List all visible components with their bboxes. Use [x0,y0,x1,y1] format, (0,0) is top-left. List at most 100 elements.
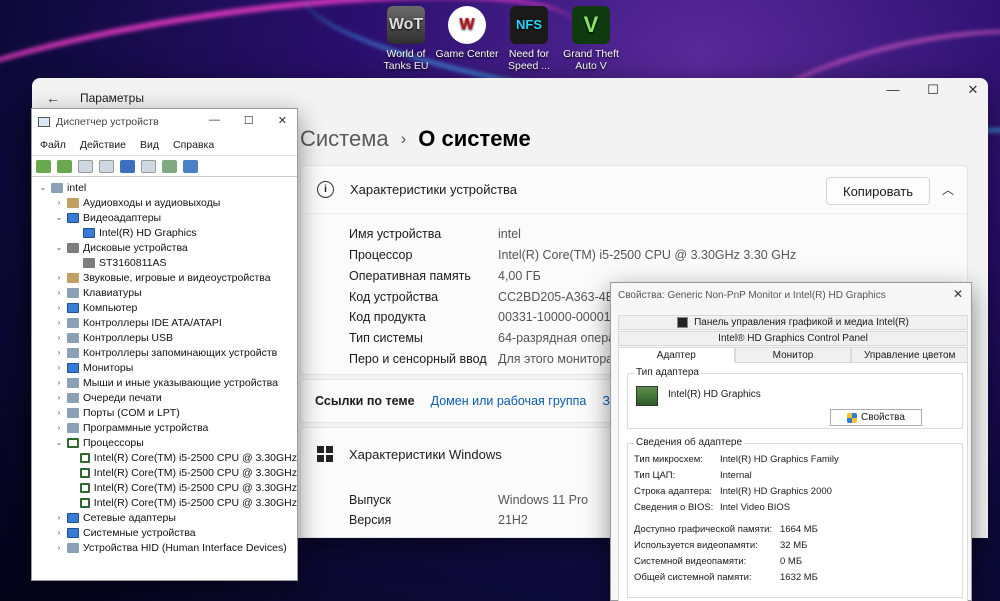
tree-node[interactable]: › Очереди печати [32,390,297,405]
tree-node-label: Intel(R) Core(TM) i5-2500 CPU @ 3.30GHz [93,451,297,464]
device-category-icon [67,272,79,283]
close-icon[interactable]: ✕ [966,82,980,98]
tree-node[interactable]: ⌄ Дисковые устройства [32,240,297,255]
maximize-icon[interactable]: ☐ [244,114,254,127]
memory-key: Общей системной памяти: [634,572,752,583]
spec-key: Имя устройства [349,227,442,241]
maximize-icon[interactable]: ☐ [926,82,940,98]
tree-node[interactable]: ST3160811AS [32,255,297,270]
update-driver-icon[interactable] [162,159,177,173]
info-row: Тип микросхем: Intel(R) HD Graphics Famil… [634,454,839,465]
properties-icon[interactable] [78,159,93,173]
chevron-down-icon[interactable]: ⌄ [38,183,48,192]
chevron-right-icon[interactable]: › [54,363,64,372]
desktop-shortcut-game-center[interactable]: W Game Center [435,4,499,60]
spec-key: Выпуск [349,493,391,507]
breadcrumb-parent[interactable]: Система [300,126,389,152]
tree-node[interactable]: ⌄ intel [32,180,297,195]
back-arrow-icon[interactable]: ← [46,90,66,106]
tree-node[interactable]: › Сетевые адаптеры [32,510,297,525]
chevron-up-icon[interactable]: ︿ [942,181,954,198]
chevron-right-icon[interactable]: › [54,318,64,327]
tree-node[interactable]: › Аудиовходы и аудиовыходы [32,195,297,210]
chevron-right-icon[interactable]: › [54,288,64,297]
chevron-right-icon[interactable]: › [54,348,64,357]
domain-workgroup-link[interactable]: Домен или рабочая группа [431,394,587,408]
tree-node-label: Дисковые устройства [83,241,188,254]
memory-value: 1664 МБ [780,524,818,535]
info-icon: i [317,181,334,198]
info-value: Intel(R) HD Graphics 2000 [720,486,832,497]
tree-node[interactable]: › Контроллеры USB [32,330,297,345]
close-icon[interactable]: ✕ [953,287,963,301]
spec-key: Версия [349,513,392,527]
device-tree: ⌄ intel › Аудиовходы и аудиовыходы ⌄ Видеоада… [32,177,297,555]
details-icon[interactable] [141,159,156,173]
chevron-right-icon[interactable]: › [54,378,64,387]
tree-node[interactable]: › Программные устройства [32,420,297,435]
properties-button[interactable]: Свойства [830,409,922,426]
tree-node[interactable]: › Компьютер [32,300,297,315]
tree-node[interactable]: ⌄ Видеоадаптеры [32,210,297,225]
tree-node[interactable]: Intel(R) Core(TM) i5-2500 CPU @ 3.30GHz [32,480,297,495]
game-center-icon: W [448,6,486,44]
tree-node[interactable]: Intel(R) Core(TM) i5-2500 CPU @ 3.30GHz [32,495,297,510]
spec-row: Процессор Intel(R) Core(TM) i5-2500 CPU @… [349,248,796,262]
device-category-icon [80,467,90,478]
device-category-icon [67,437,79,448]
tree-node[interactable]: › Порты (COM и LPT) [32,405,297,420]
forward-icon[interactable] [57,159,72,173]
chevron-right-icon[interactable]: › [54,408,64,417]
scan-hardware-icon[interactable] [183,159,198,173]
device-category-icon [67,287,79,298]
adapter-properties-dialog: Свойства: Generic Non-PnP Monitor и Inte… [610,282,972,601]
chevron-right-icon[interactable]: › [54,528,64,537]
tree-node[interactable]: ⌄ Процессоры [32,435,297,450]
desktop-shortcut-nfs[interactable]: NFS Need for Speed ... [497,4,561,72]
tab-intel-panel[interactable]: Панель управления графикой и медиа Intel… [618,315,968,330]
tab-adapter[interactable]: Адаптер [618,347,735,363]
chevron-down-icon[interactable]: ⌄ [54,243,64,252]
tree-node[interactable]: › Клавиатуры [32,285,297,300]
desktop-shortcut-gta[interactable]: V Grand Theft Auto V [559,4,623,72]
list-icon[interactable] [99,159,114,173]
tree-node[interactable]: › Устройства HID (Human Interface Devices… [32,540,297,555]
tree-node[interactable]: Intel(R) Core(TM) i5-2500 CPU @ 3.30GHz [32,450,297,465]
chevron-right-icon[interactable]: › [54,393,64,402]
copy-button[interactable]: Копировать [826,177,930,205]
chevron-right-icon[interactable]: › [54,303,64,312]
tree-node-label: ST3160811AS [99,256,167,269]
minimize-icon[interactable]: — [209,114,220,127]
chevron-right-icon[interactable]: › [54,513,64,522]
tree-node[interactable]: › Контроллеры IDE ATA/ATAPI [32,315,297,330]
window-controls: — ☐ ✕ [886,82,980,98]
tree-node[interactable]: › Системные устройства [32,525,297,540]
tree-node[interactable]: › Мыши и иные указывающие устройства [32,375,297,390]
back-icon[interactable] [36,159,51,173]
tab-monitor[interactable]: Монитор [734,347,852,363]
chevron-right-icon[interactable]: › [54,423,64,432]
tree-node[interactable]: › Мониторы [32,360,297,375]
tree-node[interactable]: Intel(R) HD Graphics [32,225,297,240]
menu-file[interactable]: Файл [40,139,66,151]
chevron-right-icon[interactable]: › [54,198,64,207]
menu-help[interactable]: Справка [173,139,214,151]
chevron-right-icon[interactable]: › [54,543,64,552]
close-icon[interactable]: ✕ [278,114,287,127]
desktop-shortcut-wot[interactable]: WoT World of Tanks EU [374,4,438,72]
minimize-icon[interactable]: — [886,82,900,98]
tree-node[interactable]: › Контроллеры запоминающих устройств [32,345,297,360]
menu-view[interactable]: Вид [140,139,159,151]
chevron-right-icon[interactable]: › [54,273,64,282]
help-icon[interactable] [120,159,135,173]
chevron-down-icon[interactable]: ⌄ [54,438,64,447]
adapter-info-group: Сведения об адаптере Тип микросхем: Intel… [627,437,963,598]
chevron-down-icon[interactable]: ⌄ [54,213,64,222]
tree-node[interactable]: Intel(R) Core(TM) i5-2500 CPU @ 3.30GHz [32,465,297,480]
tree-node[interactable]: › Звуковые, игровые и видеоустройства [32,270,297,285]
tab-intel-control-panel[interactable]: Intel® HD Graphics Control Panel [618,331,968,346]
tab-color-management[interactable]: Управление цветом [851,347,969,363]
chevron-right-icon[interactable]: › [54,333,64,342]
tree-node-label: Мыши и иные указывающие устройства [83,376,278,389]
menu-action[interactable]: Действие [80,139,126,151]
